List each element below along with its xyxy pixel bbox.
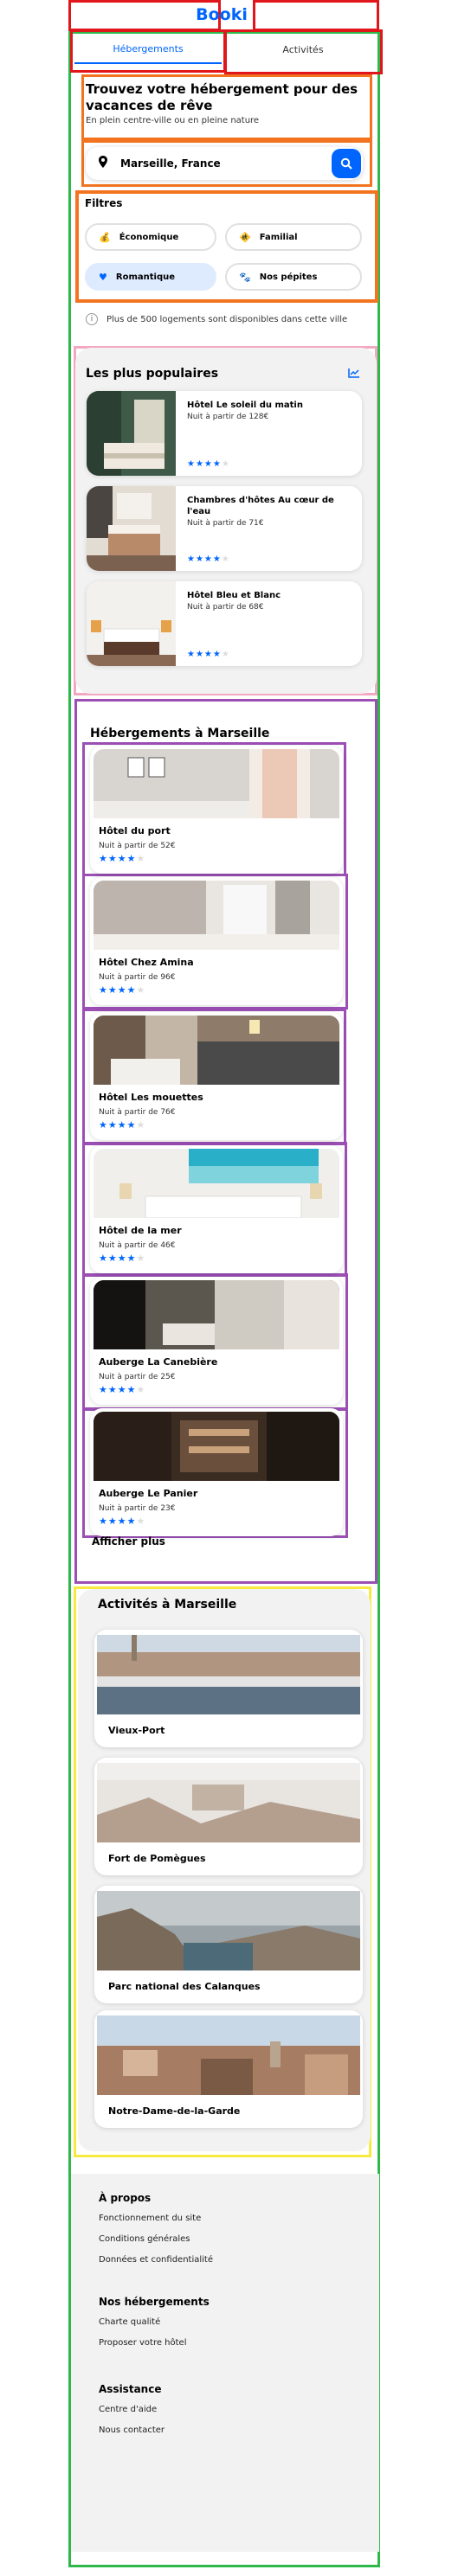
filter-label: Économique	[119, 232, 179, 242]
footer-link[interactable]: Charte qualité	[99, 2317, 160, 2327]
activity-photo	[97, 1635, 360, 1714]
rating-stars: ★★★★★	[99, 1119, 146, 1131]
hero-subtitle: En plein centre-ville ou en pleine natur…	[86, 116, 260, 125]
popular-card[interactable]: Chambres d'hôtes Au cœur de l'eau Nuit à…	[87, 486, 362, 571]
footer-title-assistance: Assistance	[99, 2383, 162, 2395]
rating-stars: ★★★★★	[99, 984, 146, 996]
money-icon: 💰	[99, 231, 111, 243]
footer-link[interactable]: Centre d'aide	[99, 2405, 157, 2414]
rating-stars: ★★★★★	[99, 853, 146, 864]
activite-card[interactable]: Notre-Dame-de-la-Garde	[94, 2010, 363, 2128]
hebergements-title: Hébergements à Marseille	[90, 727, 270, 740]
info-text: Plus de 500 logements sont disponibles d…	[106, 314, 348, 324]
hotel-price: Nuit à partir de 71€	[187, 519, 264, 528]
booki-logo[interactable]: Booki	[170, 5, 274, 24]
filter-label: Romantique	[115, 272, 175, 282]
footer-link[interactable]: Fonctionnement du site	[99, 2214, 201, 2223]
footer-link[interactable]: Proposer votre hôtel	[99, 2338, 186, 2348]
hotel-name: Hôtel du port	[99, 825, 171, 836]
hotel-photo	[94, 1149, 339, 1218]
show-more-link[interactable]: Afficher plus	[92, 1535, 165, 1548]
hotel-name: Hôtel Les mouettes	[99, 1092, 203, 1103]
hotel-price: Nuit à partir de 23€	[99, 1504, 176, 1513]
hebergement-card[interactable]: Hôtel Chez Amina Nuit à partir de 96€ ★★…	[90, 877, 343, 1005]
filter-label: Familial	[259, 232, 298, 242]
trend-chart-icon	[348, 368, 359, 378]
popular-title: Les plus populaires	[86, 367, 219, 381]
activites-title: Activités à Marseille	[98, 1598, 237, 1612]
filter-romantique[interactable]: ♥ Romantique	[85, 263, 216, 291]
rating-stars: ★★★★★	[99, 1253, 146, 1264]
activity-name: Notre-Dame-de-la-Garde	[108, 2105, 241, 2117]
tab-hebergements[interactable]: Hébergements	[74, 35, 222, 64]
activity-name: Parc national des Calanques	[108, 1981, 261, 1992]
heart-icon: ♥	[99, 271, 107, 283]
filter-economique[interactable]: 💰 Économique	[85, 223, 216, 251]
filter-label: Nos pépites	[259, 272, 318, 282]
search-input[interactable]	[120, 157, 332, 170]
activity-name: Vieux-Port	[108, 1725, 165, 1736]
hotel-price: Nuit à partir de 128€	[187, 413, 269, 421]
footer-title-apropos: À propos	[99, 2192, 152, 2204]
hotel-price: Nuit à partir de 68€	[187, 603, 264, 612]
hebergement-card[interactable]: Hôtel de la mer Nuit à partir de 46€ ★★★…	[90, 1145, 343, 1273]
hotel-name: Hôtel Le soleil du matin	[187, 400, 303, 410]
activity-photo	[97, 1891, 360, 1970]
search-button[interactable]	[332, 149, 361, 178]
activite-card[interactable]: Parc national des Calanques	[94, 1886, 363, 2003]
hotel-name: Auberge La Canebière	[99, 1356, 218, 1368]
hotel-price: Nuit à partir de 52€	[99, 842, 176, 850]
hotel-photo	[87, 486, 176, 571]
footer-link[interactable]: Données et confidentialité	[99, 2255, 213, 2265]
footer-link[interactable]: Nous contacter	[99, 2425, 165, 2435]
activite-card[interactable]: Fort de Pomègues	[94, 1758, 363, 1875]
hotel-name: Hôtel Bleu et Blanc	[187, 591, 281, 600]
activite-card[interactable]: Vieux-Port	[94, 1630, 363, 1747]
activity-photo	[97, 1763, 360, 1842]
hotel-name: Auberge Le Panier	[99, 1488, 198, 1499]
activity-name: Fort de Pomègues	[108, 1853, 206, 1864]
footer	[71, 2174, 379, 2552]
info-message: i Plus de 500 logements sont disponibles…	[86, 313, 347, 325]
rating-stars: ★★★★★	[187, 459, 230, 469]
hotel-name: Hôtel de la mer	[99, 1225, 182, 1236]
hotel-photo	[94, 1412, 339, 1481]
hotel-photo	[94, 749, 339, 818]
rating-stars: ★★★★★	[99, 1384, 146, 1395]
popular-card[interactable]: Hôtel Le soleil du matin Nuit à partir d…	[87, 391, 362, 476]
footer-link[interactable]: Conditions générales	[99, 2234, 190, 2244]
rating-stars: ★★★★★	[187, 554, 230, 564]
filter-nos-pepites[interactable]: 🐾 Nos pépites	[225, 263, 362, 291]
hotel-price: Nuit à partir de 76€	[99, 1108, 176, 1117]
child-icon: 🚸	[239, 231, 251, 243]
hotel-name: Hôtel Chez Amina	[99, 957, 194, 968]
search-icon	[340, 157, 352, 170]
hebergement-card[interactable]: Hôtel du port Nuit à partir de 52€ ★★★★★	[90, 746, 343, 874]
search-bar	[86, 147, 363, 180]
filter-familial[interactable]: 🚸 Familial	[225, 223, 362, 251]
hotel-photo	[94, 1016, 339, 1085]
footer-title-hebergements: Nos hébergements	[99, 2296, 210, 2308]
hebergement-card[interactable]: Auberge Le Panier Nuit à partir de 23€ ★…	[90, 1408, 343, 1536]
popular-card[interactable]: Hôtel Bleu et Blanc Nuit à partir de 68€…	[87, 581, 362, 666]
hotel-price: Nuit à partir de 46€	[99, 1241, 176, 1250]
hotel-name: Chambres d'hôtes Au cœur de l'eau	[187, 496, 334, 516]
info-icon: i	[86, 313, 98, 325]
hotel-price: Nuit à partir de 25€	[99, 1373, 176, 1381]
hotel-photo	[94, 881, 339, 950]
hero-title: Trouvez votre hébergement pour des vacan…	[86, 81, 358, 113]
rating-stars: ★★★★★	[99, 1515, 146, 1527]
hotel-price: Nuit à partir de 96€	[99, 973, 176, 982]
location-pin-icon	[86, 156, 120, 171]
dog-icon: 🐾	[239, 271, 251, 283]
filters-title: Filtres	[85, 197, 123, 209]
hotel-photo	[94, 1280, 339, 1349]
rating-stars: ★★★★★	[187, 650, 230, 659]
hotel-photo	[87, 581, 176, 666]
hebergement-card[interactable]: Auberge La Canebière Nuit à partir de 25…	[90, 1277, 343, 1405]
hotel-photo	[87, 391, 176, 476]
tab-activites[interactable]: Activités	[227, 35, 379, 64]
activity-photo	[97, 2015, 360, 2095]
hebergement-card[interactable]: Hôtel Les mouettes Nuit à partir de 76€ …	[90, 1012, 343, 1140]
